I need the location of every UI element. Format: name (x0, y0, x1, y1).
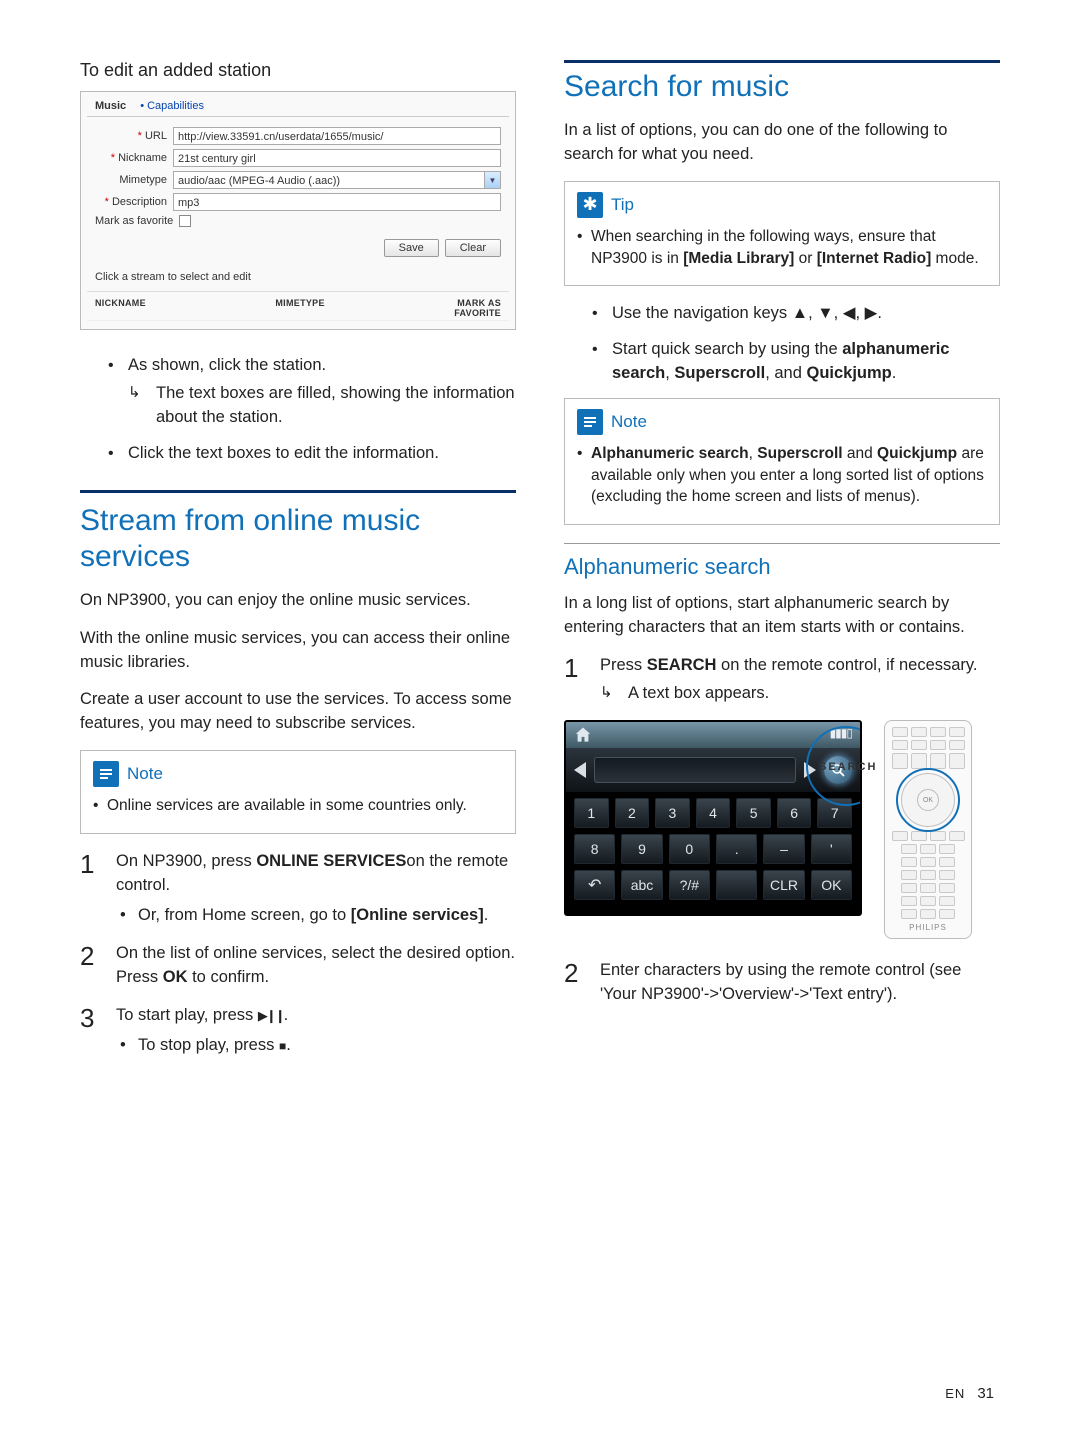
key-ok: OK (811, 870, 852, 900)
result-line: The text boxes are filled, showing the i… (128, 382, 516, 430)
url-label: URL (145, 130, 167, 142)
key: . (716, 834, 757, 864)
body-paragraph: In a long list of options, start alphanu… (564, 592, 1000, 640)
section-divider (80, 490, 516, 493)
nickname-label: Nickname (118, 152, 167, 164)
substep: To stop play, press ■. (116, 1034, 516, 1058)
col-mimetype: MIMETYPE (146, 298, 454, 318)
edit-station-title: To edit an added station (80, 60, 516, 81)
url-input[interactable]: http://view.33591.cn/userdata/1655/music… (173, 127, 501, 145)
form-hint: Click a stream to select and edit (87, 267, 509, 292)
step-item: Enter characters by using the remote con… (564, 959, 1000, 1007)
tab-music: Music (95, 100, 126, 112)
key-abc: abc (621, 870, 662, 900)
edit-station-form-screenshot: Music • Capabilities * URL http://view.3… (80, 91, 516, 330)
nickname-input[interactable]: 21st century girl (173, 149, 501, 167)
list-item: Use the navigation keys ▲, ▼, ◀, ▶. (564, 302, 1000, 326)
key-1: 1 (574, 798, 609, 828)
home-icon (574, 726, 592, 744)
key: 0 (669, 834, 710, 864)
section-divider (564, 60, 1000, 63)
body-paragraph: With the online music services, you can … (80, 627, 516, 675)
key-6: 6 (777, 798, 812, 828)
tip-text: When searching in the following ways, en… (577, 226, 987, 269)
note-icon (93, 761, 119, 787)
note-text: Alphanumeric search, Superscroll and Qui… (577, 443, 987, 508)
nav-arrows-icons: ▲, ▼, ◀, ▶ (792, 304, 878, 322)
result-line: A text box appears. (600, 682, 1000, 706)
save-button[interactable]: Save (384, 239, 439, 257)
body-paragraph: Create a user account to use the service… (80, 688, 516, 736)
key-5: 5 (736, 798, 771, 828)
list-item: Start quick search by using the alphanum… (564, 338, 1000, 386)
search-input-slot (594, 757, 796, 783)
remote-illustration: SEARCH OK PHILIPS (884, 720, 972, 939)
note-icon (577, 409, 603, 435)
list-item: As shown, click the station. The text bo… (80, 354, 516, 430)
col-mark-favorite: MARK AS FAVORITE (454, 298, 501, 318)
mimetype-select[interactable]: audio/aac (MPEG-4 Audio (.aac)) ▼ (173, 171, 501, 189)
list-item: Click the text boxes to edit the informa… (80, 442, 516, 466)
key-2: 2 (615, 798, 650, 828)
step-item: Press SEARCH on the remote control, if n… (564, 654, 1000, 706)
key-undo: ↶ (574, 870, 615, 900)
mark-favorite-checkbox[interactable] (179, 215, 191, 227)
stream-heading: Stream from online music services (80, 503, 516, 575)
key-symbols: ?/# (669, 870, 710, 900)
device-screen-illustration: ▮▮▮▯ 1234567 890.–' ↶ abc (564, 720, 862, 916)
alpha-search-heading: Alphanumeric search (564, 554, 1000, 580)
note-callout: Note Online services are available in so… (80, 750, 516, 834)
note-label: Note (611, 412, 647, 432)
step-item: On the list of online services, select t… (80, 942, 516, 990)
clear-button[interactable]: Clear (445, 239, 501, 257)
key: 9 (621, 834, 662, 864)
play-pause-icon: ▶❙❙ (258, 1008, 284, 1023)
mark-favorite-label: Mark as favorite (95, 215, 179, 227)
col-nickname: NICKNAME (95, 298, 146, 318)
key-3: 3 (655, 798, 690, 828)
signal-icon: ▮▮▮▯ (830, 726, 852, 744)
tip-icon: ✱ (577, 192, 603, 218)
nav-left-icon (574, 762, 586, 778)
search-label: SEARCH (819, 761, 877, 773)
remote-navpad: OK (901, 773, 955, 827)
page-footer: EN31 (945, 1385, 994, 1402)
note-label: Note (127, 764, 163, 784)
tip-label: Tip (611, 195, 634, 215)
remote-ok-button: OK (917, 789, 939, 811)
body-paragraph: In a list of options, you can do one of … (564, 119, 1000, 167)
key: ' (811, 834, 852, 864)
key-clr: CLR (763, 870, 804, 900)
body-paragraph: On NP3900, you can enjoy the online musi… (80, 589, 516, 613)
note-text: Online services are available in some co… (93, 795, 503, 817)
tab-capabilities: • Capabilities (140, 100, 204, 112)
key: 8 (574, 834, 615, 864)
key-4: 4 (696, 798, 731, 828)
remote-brand: PHILIPS (891, 923, 965, 932)
step-item: To start play, press ▶❙❙. To stop play, … (80, 1004, 516, 1058)
description-input[interactable]: mp3 (173, 193, 501, 211)
mimetype-label: Mimetype (95, 174, 173, 186)
key-space (716, 870, 757, 900)
nav-right-icon (804, 762, 816, 778)
tip-callout: ✱ Tip When searching in the following wa… (564, 181, 1000, 286)
note-callout: Note Alphanumeric search, Superscroll an… (564, 398, 1000, 525)
step-item: On NP3900, press ONLINE SERVICESon the r… (80, 850, 516, 928)
search-heading: Search for music (564, 69, 1000, 105)
substep: Or, from Home screen, go to [Online serv… (116, 904, 516, 928)
key: – (763, 834, 804, 864)
description-label: Description (112, 196, 167, 208)
key-7: 7 (817, 798, 852, 828)
chevron-down-icon: ▼ (484, 172, 500, 188)
subsection-divider (564, 543, 1000, 544)
